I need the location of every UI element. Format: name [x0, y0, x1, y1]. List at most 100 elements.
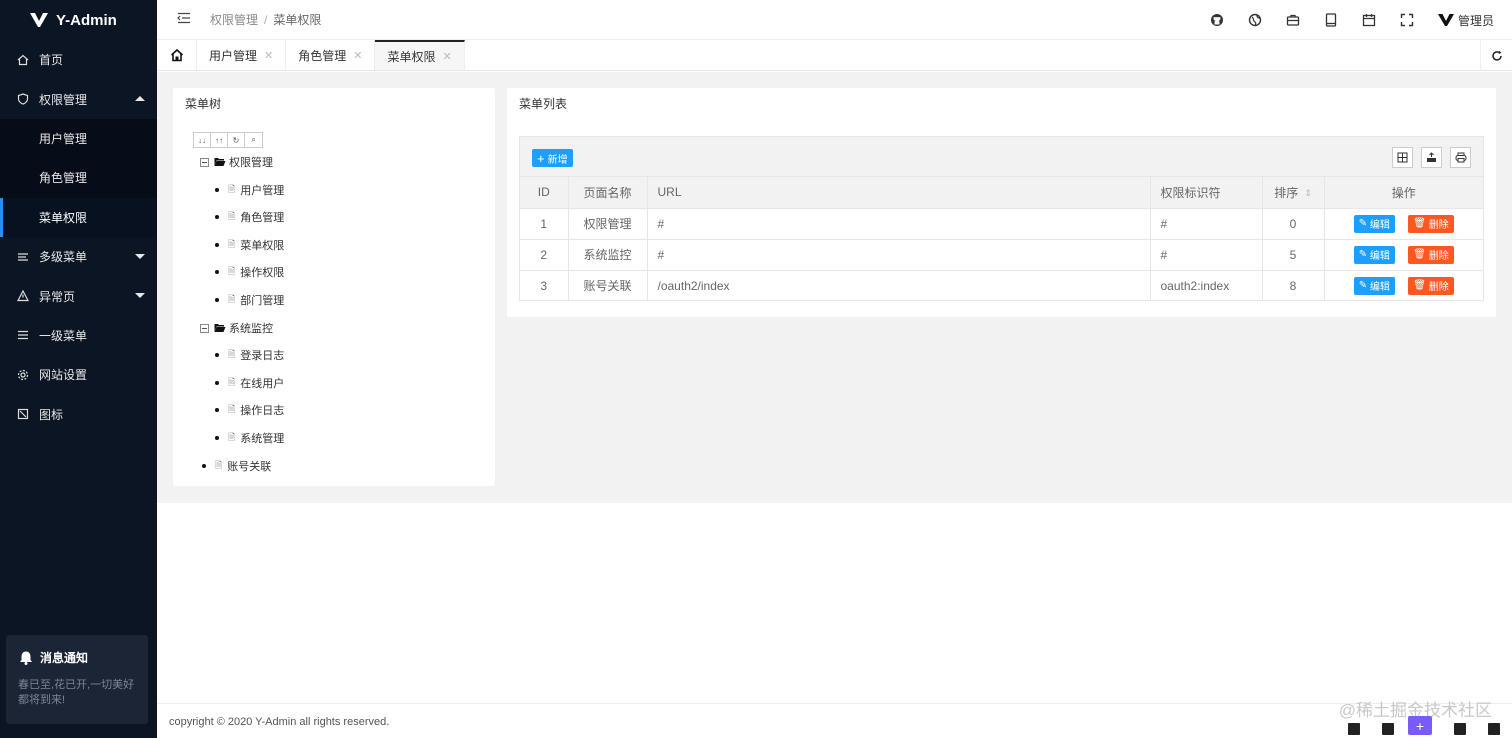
sidebar-item-role-management[interactable]: 角色管理	[0, 158, 157, 198]
file-icon: 🗎	[228, 211, 236, 221]
close-icon[interactable]: ✕	[264, 49, 273, 62]
export-icon[interactable]	[1421, 147, 1442, 168]
delete-button[interactable]: 🗑 删除	[1408, 214, 1454, 233]
sidebar-item-menu-permissions[interactable]: 菜单权限	[0, 197, 157, 238]
edit-button[interactable]: ✎ 编辑	[1353, 214, 1395, 233]
tab-user-management[interactable]: 用户管理 ✕	[197, 40, 287, 70]
edit-button[interactable]: ✎ 编辑	[1353, 276, 1395, 295]
sidebar-item-site-settings[interactable]: 网站设置	[0, 355, 157, 394]
tab-menu-permissions[interactable]: 菜单权限 ✕	[375, 40, 465, 70]
footer: copyright © 2020 Y-Admin all rights rese…	[157, 701, 1512, 738]
delete-button[interactable]: 🗑 删除	[1408, 245, 1454, 264]
edit-button[interactable]: ✎ 编辑	[1353, 245, 1395, 264]
breadcrumb-item[interactable]: 权限管理	[210, 13, 258, 27]
tree-node-leaf[interactable]: 🗎 菜单权限	[215, 237, 284, 253]
column-header-permission[interactable]: 权限标识符	[1150, 177, 1263, 209]
app-name: Y-Admin	[56, 11, 117, 29]
sidebar-toggle-icon[interactable]	[177, 12, 191, 27]
column-header-id[interactable]: ID	[520, 177, 569, 209]
tab-home[interactable]	[157, 40, 197, 70]
delete-button[interactable]: 🗑 删除	[1408, 276, 1454, 295]
column-header-sort[interactable]: 排序 ⇕	[1262, 177, 1325, 209]
sidebar-item-label: 用户管理	[39, 131, 88, 146]
contact-icon[interactable]	[1488, 723, 1500, 735]
tree-node-leaf[interactable]: 🗎 系统管理	[215, 430, 284, 446]
folder-open-icon	[214, 324, 226, 332]
tree-node-label: 在线用户	[240, 378, 285, 390]
cell-sort: 8	[1262, 270, 1325, 301]
sort-icon[interactable]: ⇕	[1304, 188, 1312, 199]
close-icon[interactable]: ✕	[353, 49, 362, 62]
sidebar-item-home[interactable]: 首页	[0, 40, 157, 79]
print-icon[interactable]	[1450, 147, 1471, 168]
table-row: 2 系统监控 # # 5 ✎ 编辑 🗑 删除	[520, 239, 1483, 271]
close-icon[interactable]: ✕	[442, 50, 451, 63]
columns-filter-icon[interactable]	[1392, 147, 1413, 168]
sidebar-item-permissions[interactable]: 权限管理	[0, 79, 157, 118]
list-icon	[16, 250, 30, 264]
home-icon	[16, 53, 30, 67]
github-icon[interactable]	[1198, 0, 1236, 40]
app-logo[interactable]: Y-Admin	[0, 0, 157, 40]
refresh-icon	[1491, 50, 1502, 61]
expand-all-icon[interactable]: ↓↓	[194, 133, 211, 147]
sidebar-item-icons[interactable]: 图标	[0, 395, 157, 434]
refresh-icon[interactable]: ↻	[228, 133, 245, 147]
add-button[interactable]: + 新增	[532, 149, 573, 167]
sidebar-submenu-permissions: 用户管理 角色管理 菜单权限	[0, 118, 157, 238]
tree-node-folder[interactable]: 权限管理	[200, 154, 273, 170]
sidebar-item-error-pages[interactable]: 异常页	[0, 276, 157, 315]
column-header-url[interactable]: URL	[647, 177, 1151, 209]
tree-node-leaf[interactable]: 🗎 登录日志	[215, 347, 284, 363]
cell-actions: ✎ 编辑 🗑 删除	[1324, 208, 1483, 240]
tree-node-label: 操作权限	[240, 267, 285, 279]
tab-role-management[interactable]: 角色管理 ✕	[286, 40, 376, 70]
user-avatar-icon	[1437, 14, 1454, 26]
collapse-all-icon[interactable]: ↑↑	[211, 133, 228, 147]
cell-sort: 0	[1262, 208, 1325, 240]
collapse-toggle-icon[interactable]	[200, 323, 209, 333]
globe-icon[interactable]	[1236, 0, 1274, 40]
edit-icon: ✎	[1358, 249, 1370, 260]
note-icon[interactable]	[1454, 723, 1466, 735]
tree-node-leaf[interactable]: 🗎 在线用户	[215, 375, 284, 391]
gear-icon	[16, 368, 30, 382]
tree-node-folder[interactable]: 系统监控	[200, 320, 273, 336]
column-header-page-name[interactable]: 页面名称	[568, 177, 648, 209]
chevron-up-icon	[135, 96, 145, 102]
table-toolbar: + 新增	[520, 137, 1483, 177]
tree-node-leaf[interactable]: 🗎 部门管理	[215, 292, 284, 308]
tree-node-leaf[interactable]: 🗎 操作日志	[215, 402, 284, 418]
user-menu[interactable]: 管理员	[1426, 12, 1512, 29]
menu-list-card: 菜单列表 + 新增 ID 页面名称 URL 权限标识符 排序 ⇕ 操作 1 权限…	[507, 88, 1496, 317]
page-tabs: 用户管理 ✕ 角色管理 ✕ 菜单权限 ✕	[157, 40, 1512, 71]
file-icon: 🗎	[228, 349, 236, 359]
sidebar-item-multilevel-menu[interactable]: 多级菜单	[0, 237, 157, 276]
calendar-icon[interactable]	[1350, 0, 1388, 40]
cell-url: #	[647, 208, 1151, 240]
tree-node-leaf[interactable]: 🗎 角色管理	[215, 209, 284, 225]
breadcrumb: 权限管理 / 菜单权限	[210, 13, 322, 27]
cell-url: #	[647, 239, 1151, 271]
cell-id: 1	[520, 208, 569, 240]
delete-label: 删除	[1428, 282, 1449, 294]
tree-node-leaf[interactable]: 🗎 操作权限	[215, 264, 284, 280]
sidebar-item-label: 一级菜单	[39, 328, 88, 343]
book-icon[interactable]	[1382, 723, 1394, 735]
fullscreen-icon[interactable]	[1388, 0, 1426, 40]
refresh-button[interactable]	[1480, 40, 1512, 71]
tablet-icon[interactable]	[1312, 0, 1350, 40]
briefcase-icon[interactable]	[1274, 0, 1312, 40]
sidebar-item-user-management[interactable]: 用户管理	[0, 118, 157, 159]
folder-icon[interactable]	[1348, 723, 1360, 735]
collapse-toggle-icon[interactable]	[200, 157, 209, 167]
main-content: 菜单树 ↓↓ ↑↑ ↻ ⌕ 权限管理 🗎 用户管理 🗎 角色管理 🗎 菜单权限 🗎 操作…	[157, 72, 1512, 503]
add-icon[interactable]: +	[1408, 716, 1432, 735]
search-icon[interactable]: ⌕	[245, 133, 262, 147]
file-icon: 🗎	[228, 294, 236, 304]
tab-label: 菜单权限	[387, 49, 436, 64]
tree-node-leaf[interactable]: 🗎 用户管理	[215, 182, 284, 198]
sidebar-item-first-level-menu[interactable]: 一级菜单	[0, 316, 157, 355]
footer-toolbar: +	[1326, 716, 1500, 735]
tree-node-leaf[interactable]: 🗎 账号关联	[202, 458, 271, 474]
